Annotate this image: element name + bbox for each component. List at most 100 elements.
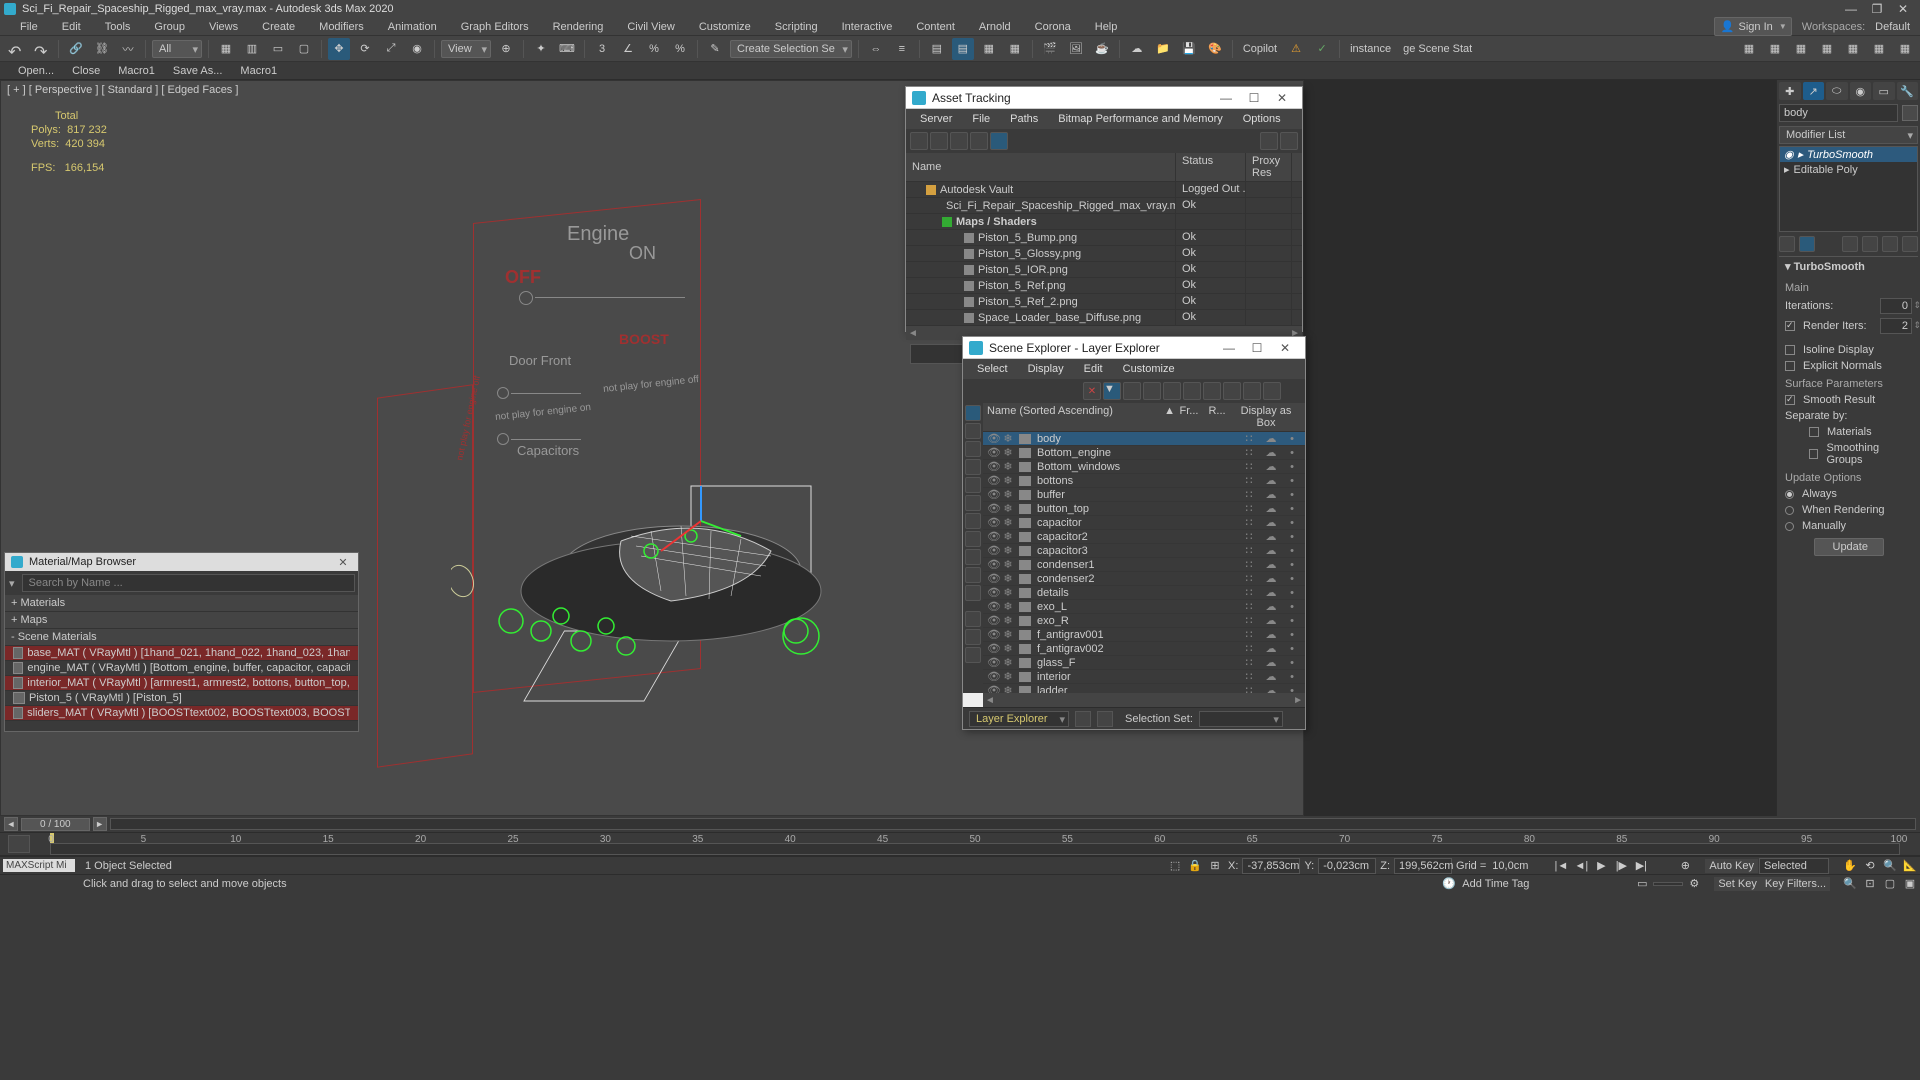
stack-show[interactable] <box>1799 236 1815 252</box>
scene-explorer-panel[interactable]: Scene Explorer - Layer Explorer — ☐ ✕ Se… <box>962 336 1306 730</box>
scene-lb-12[interactable] <box>965 611 981 627</box>
maximize-button[interactable]: ❐ <box>1864 1 1890 17</box>
window-crossing-button[interactable]: ▢ <box>293 38 315 60</box>
next-frame[interactable]: |▶ <box>1612 858 1630 874</box>
manipulate-button[interactable]: ✦ <box>530 38 552 60</box>
freeze-icon[interactable]: ❄ <box>1001 656 1015 669</box>
asset-row[interactable]: Piston_5_IOR.pngOk <box>906 262 1302 278</box>
col-r[interactable]: ☁ <box>1259 488 1283 501</box>
col-r[interactable]: ☁ <box>1259 656 1283 669</box>
time-track[interactable] <box>110 818 1916 830</box>
macro-1a[interactable]: Macro1 <box>118 65 155 77</box>
visible-icon[interactable]: 👁 <box>987 502 1001 515</box>
scene-lb-1[interactable] <box>965 405 981 421</box>
mat-title[interactable]: Material/Map Browser ✕ <box>5 553 358 571</box>
scene-lb-5[interactable] <box>965 477 981 493</box>
stack-btn-2[interactable] <box>1862 236 1878 252</box>
scene-lb-6[interactable] <box>965 495 981 511</box>
freeze-icon[interactable]: ❄ <box>1001 614 1015 627</box>
menu-scripting[interactable]: Scripting <box>763 19 830 35</box>
scene-btn-3[interactable] <box>1163 382 1181 400</box>
frame-icon[interactable]: ▭ <box>1633 876 1651 892</box>
asset-menu-options[interactable]: Options <box>1233 111 1291 127</box>
menu-interactive[interactable]: Interactive <box>830 19 905 35</box>
visible-icon[interactable]: 👁 <box>987 684 1001 693</box>
col-box[interactable]: • <box>1283 433 1301 445</box>
modifier-stack[interactable]: ◉ ▸ TurboSmooth ▸ Editable Poly <box>1779 146 1918 232</box>
stack-btn-3[interactable] <box>1882 236 1898 252</box>
menu-modifiers[interactable]: Modifiers <box>307 19 376 35</box>
freeze-icon[interactable]: ❄ <box>1001 530 1015 543</box>
visible-icon[interactable]: 👁 <box>987 530 1001 543</box>
vp-layout-4[interactable]: ▦ <box>1816 38 1838 60</box>
render-button[interactable]: ☕ <box>1091 38 1113 60</box>
material-row[interactable]: Piston_5 ( VRayMtl ) [Piston_5] <box>5 691 358 706</box>
coord-icon[interactable]: ⊞ <box>1206 858 1224 874</box>
asset-minimize[interactable]: — <box>1212 88 1240 108</box>
visible-icon[interactable]: 👁 <box>987 516 1001 529</box>
cat-maps[interactable]: + Maps <box>5 612 358 629</box>
pivot-button[interactable]: ⊕ <box>495 38 517 60</box>
key-filter-dropdown[interactable]: Selected <box>1759 858 1829 874</box>
scene-row[interactable]: 👁❄capacitor∷☁• <box>983 516 1305 530</box>
stack-pin[interactable] <box>1779 236 1795 252</box>
nav-arc[interactable]: ⟲ <box>1861 858 1879 874</box>
col-fr[interactable]: ∷ <box>1239 544 1259 557</box>
nav-max[interactable]: ▢ <box>1881 876 1899 892</box>
snap-button[interactable]: 3 <box>591 38 613 60</box>
scene-col-fr[interactable]: Fr... <box>1175 405 1203 429</box>
smooth-result-check[interactable] <box>1785 395 1795 405</box>
material-row[interactable]: sliders_MAT ( VRayMtl ) [BOOSTtext002, B… <box>5 706 358 721</box>
scene-lb-2[interactable] <box>965 423 981 439</box>
asset-row[interactable]: Maps / Shaders <box>906 214 1302 230</box>
scene-col-name[interactable]: Name (Sorted Ascending) ▲ <box>987 405 1175 429</box>
scene-menu-select[interactable]: Select <box>967 361 1018 377</box>
lock-icon[interactable]: 🔒 <box>1186 858 1204 874</box>
col-r[interactable]: ☁ <box>1259 530 1283 543</box>
scene-row[interactable]: 👁❄exo_R∷☁• <box>983 614 1305 628</box>
col-fr[interactable]: ∷ <box>1239 628 1259 641</box>
prev-frame[interactable]: ◄| <box>1572 858 1590 874</box>
vp-layout-2[interactable]: ▦ <box>1764 38 1786 60</box>
curve-editor-icon[interactable] <box>8 835 30 853</box>
tag-icon[interactable]: 🕐 <box>1440 876 1458 892</box>
scene-btn-7[interactable] <box>1243 382 1261 400</box>
scene-row[interactable]: 👁❄capacitor3∷☁• <box>983 544 1305 558</box>
menu-content[interactable]: Content <box>904 19 967 35</box>
col-box[interactable]: • <box>1283 573 1301 585</box>
menu-arnold[interactable]: Arnold <box>967 19 1023 35</box>
cat-materials[interactable]: + Materials <box>5 595 358 612</box>
vp-layout-7[interactable]: ▦ <box>1894 38 1916 60</box>
vp-layout-5[interactable]: ▦ <box>1842 38 1864 60</box>
stack-btn-1[interactable] <box>1842 236 1858 252</box>
scene-explorer-combo[interactable]: Layer Explorer <box>969 711 1069 727</box>
freeze-icon[interactable]: ❄ <box>1001 600 1015 613</box>
goto-start[interactable]: |◄ <box>1552 858 1570 874</box>
col-fr[interactable]: ∷ <box>1239 572 1259 585</box>
minimize-button[interactable]: — <box>1838 1 1864 17</box>
freeze-icon[interactable]: ❄ <box>1001 502 1015 515</box>
asset-row[interactable]: Piston_5_Ref_2.pngOk <box>906 294 1302 310</box>
render-iters-check[interactable] <box>1785 321 1795 331</box>
mat-search[interactable]: Search by Name ... <box>22 574 355 592</box>
scene-lb-14[interactable] <box>965 647 981 663</box>
track-bar[interactable]: 0510 152025 303540 455055 606570 758085 … <box>0 832 1920 856</box>
scene-menu-customize[interactable]: Customize <box>1113 361 1185 377</box>
ref-coord-dropdown[interactable]: View <box>441 40 491 58</box>
visible-icon[interactable]: 👁 <box>987 460 1001 473</box>
play[interactable]: ▶ <box>1592 858 1610 874</box>
rollout-header[interactable]: ▾ TurboSmooth <box>1779 257 1918 276</box>
isoline-check[interactable] <box>1785 345 1795 355</box>
macro-open[interactable]: Open... <box>18 65 54 77</box>
visible-icon[interactable]: 👁 <box>987 544 1001 557</box>
mirror-button[interactable]: ⇔ <box>865 38 887 60</box>
col-fr[interactable]: ∷ <box>1239 432 1259 445</box>
scene-btn-8[interactable] <box>1263 382 1281 400</box>
cloud-button[interactable]: ☁ <box>1126 38 1148 60</box>
object-color-swatch[interactable] <box>1902 105 1918 121</box>
angle-snap-button[interactable]: ∠ <box>617 38 639 60</box>
freeze-icon[interactable]: ❄ <box>1001 684 1015 693</box>
y-field[interactable]: -0,023cm <box>1318 858 1376 874</box>
menu-group[interactable]: Group <box>142 19 197 35</box>
col-fr[interactable]: ∷ <box>1239 460 1259 473</box>
